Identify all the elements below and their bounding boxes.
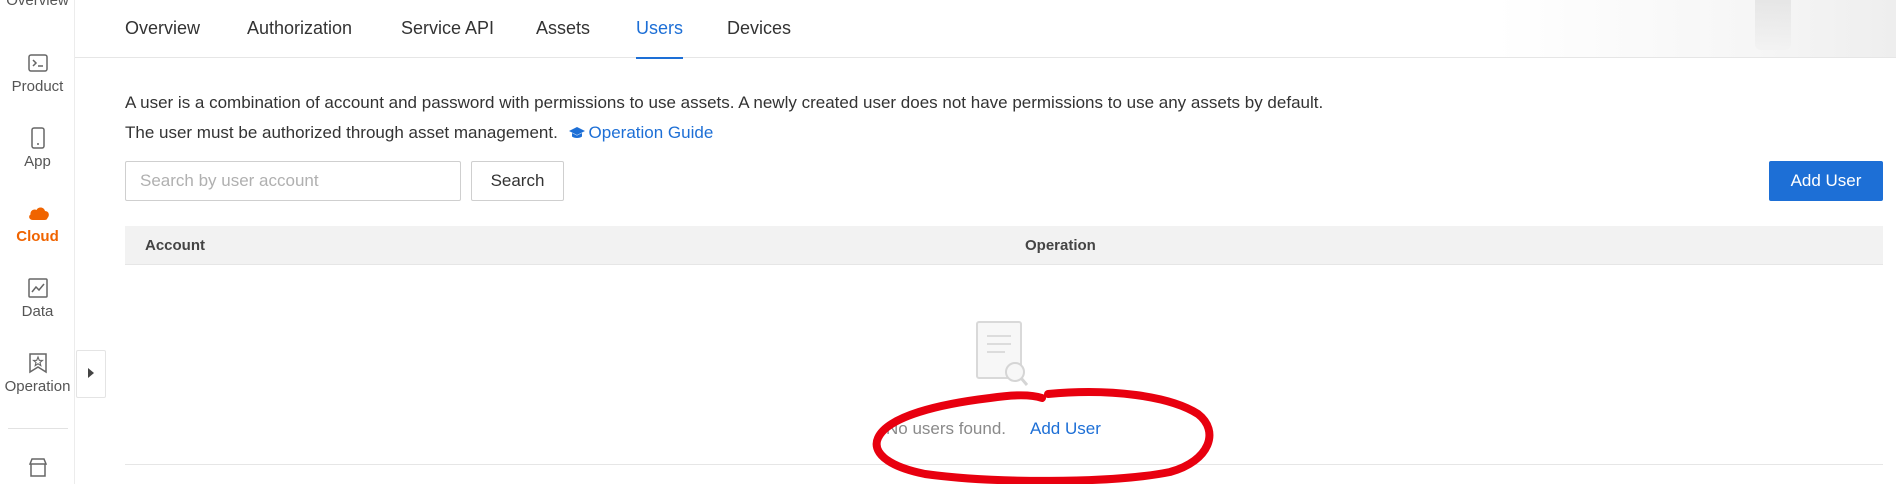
rail-item-operation[interactable]: Operation bbox=[0, 352, 75, 395]
rail-divider bbox=[8, 428, 68, 429]
rail-item-data[interactable]: Data bbox=[0, 277, 75, 320]
side-rail: Overview Product App Cloud Data Operatio… bbox=[0, 0, 75, 484]
phone-icon bbox=[27, 127, 49, 149]
graduation-cap-icon bbox=[568, 125, 585, 145]
rail-item-label: Cloud bbox=[16, 228, 59, 245]
column-header-operation: Operation bbox=[1025, 237, 1096, 254]
rail-item-overview[interactable]: Overview bbox=[0, 0, 75, 9]
store-icon bbox=[27, 456, 49, 478]
empty-add-user-link[interactable]: Add User bbox=[1030, 419, 1101, 439]
caret-right-icon bbox=[87, 365, 95, 383]
description-line-2: The user must be authorized through asse… bbox=[125, 123, 713, 145]
rail-item-label: App bbox=[24, 153, 51, 170]
description-line-1: A user is a combination of account and p… bbox=[125, 93, 1324, 112]
rail-item-label: Operation bbox=[4, 378, 71, 395]
search-button[interactable]: Search bbox=[471, 161, 564, 201]
table-header: Account Operation bbox=[125, 226, 1883, 265]
tab-users[interactable]: Users bbox=[636, 18, 684, 59]
rail-item-label: Overview bbox=[6, 0, 69, 9]
empty-document-icon bbox=[975, 320, 1029, 388]
chart-icon bbox=[27, 277, 49, 299]
column-header-account: Account bbox=[145, 237, 205, 254]
operation-guide-link[interactable]: Operation Guide bbox=[568, 123, 714, 145]
empty-state-text: No users found. bbox=[886, 419, 1007, 438]
tab-overview[interactable]: Overview bbox=[125, 18, 200, 58]
rail-collapse-toggle[interactable] bbox=[76, 350, 106, 398]
search-input[interactable] bbox=[125, 161, 461, 201]
operation-guide-label: Operation Guide bbox=[588, 123, 714, 142]
rail-item-cloud[interactable]: Cloud bbox=[0, 202, 75, 245]
tab-devices[interactable]: Devices bbox=[727, 18, 791, 58]
rail-item-more[interactable] bbox=[0, 456, 75, 482]
add-user-button[interactable]: Add User bbox=[1769, 161, 1883, 201]
rail-item-label: Data bbox=[21, 303, 54, 320]
rail-item-app[interactable]: App bbox=[0, 127, 75, 170]
tab-service-api[interactable]: Service API bbox=[401, 18, 494, 58]
page: Overview Product App Cloud Data Operatio… bbox=[0, 0, 1896, 484]
terminal-icon bbox=[27, 52, 49, 74]
rail-item-product[interactable]: Product bbox=[0, 52, 75, 95]
badge-star-icon bbox=[27, 352, 49, 374]
table-bottom-border bbox=[125, 464, 1883, 465]
tab-authorization[interactable]: Authorization bbox=[247, 18, 352, 58]
rail-item-label: Product bbox=[11, 78, 64, 95]
description-text: The user must be authorized through asse… bbox=[125, 123, 558, 142]
tab-assets[interactable]: Assets bbox=[536, 18, 590, 58]
header-decoration bbox=[1755, 0, 1791, 50]
cloud-icon bbox=[27, 202, 49, 224]
